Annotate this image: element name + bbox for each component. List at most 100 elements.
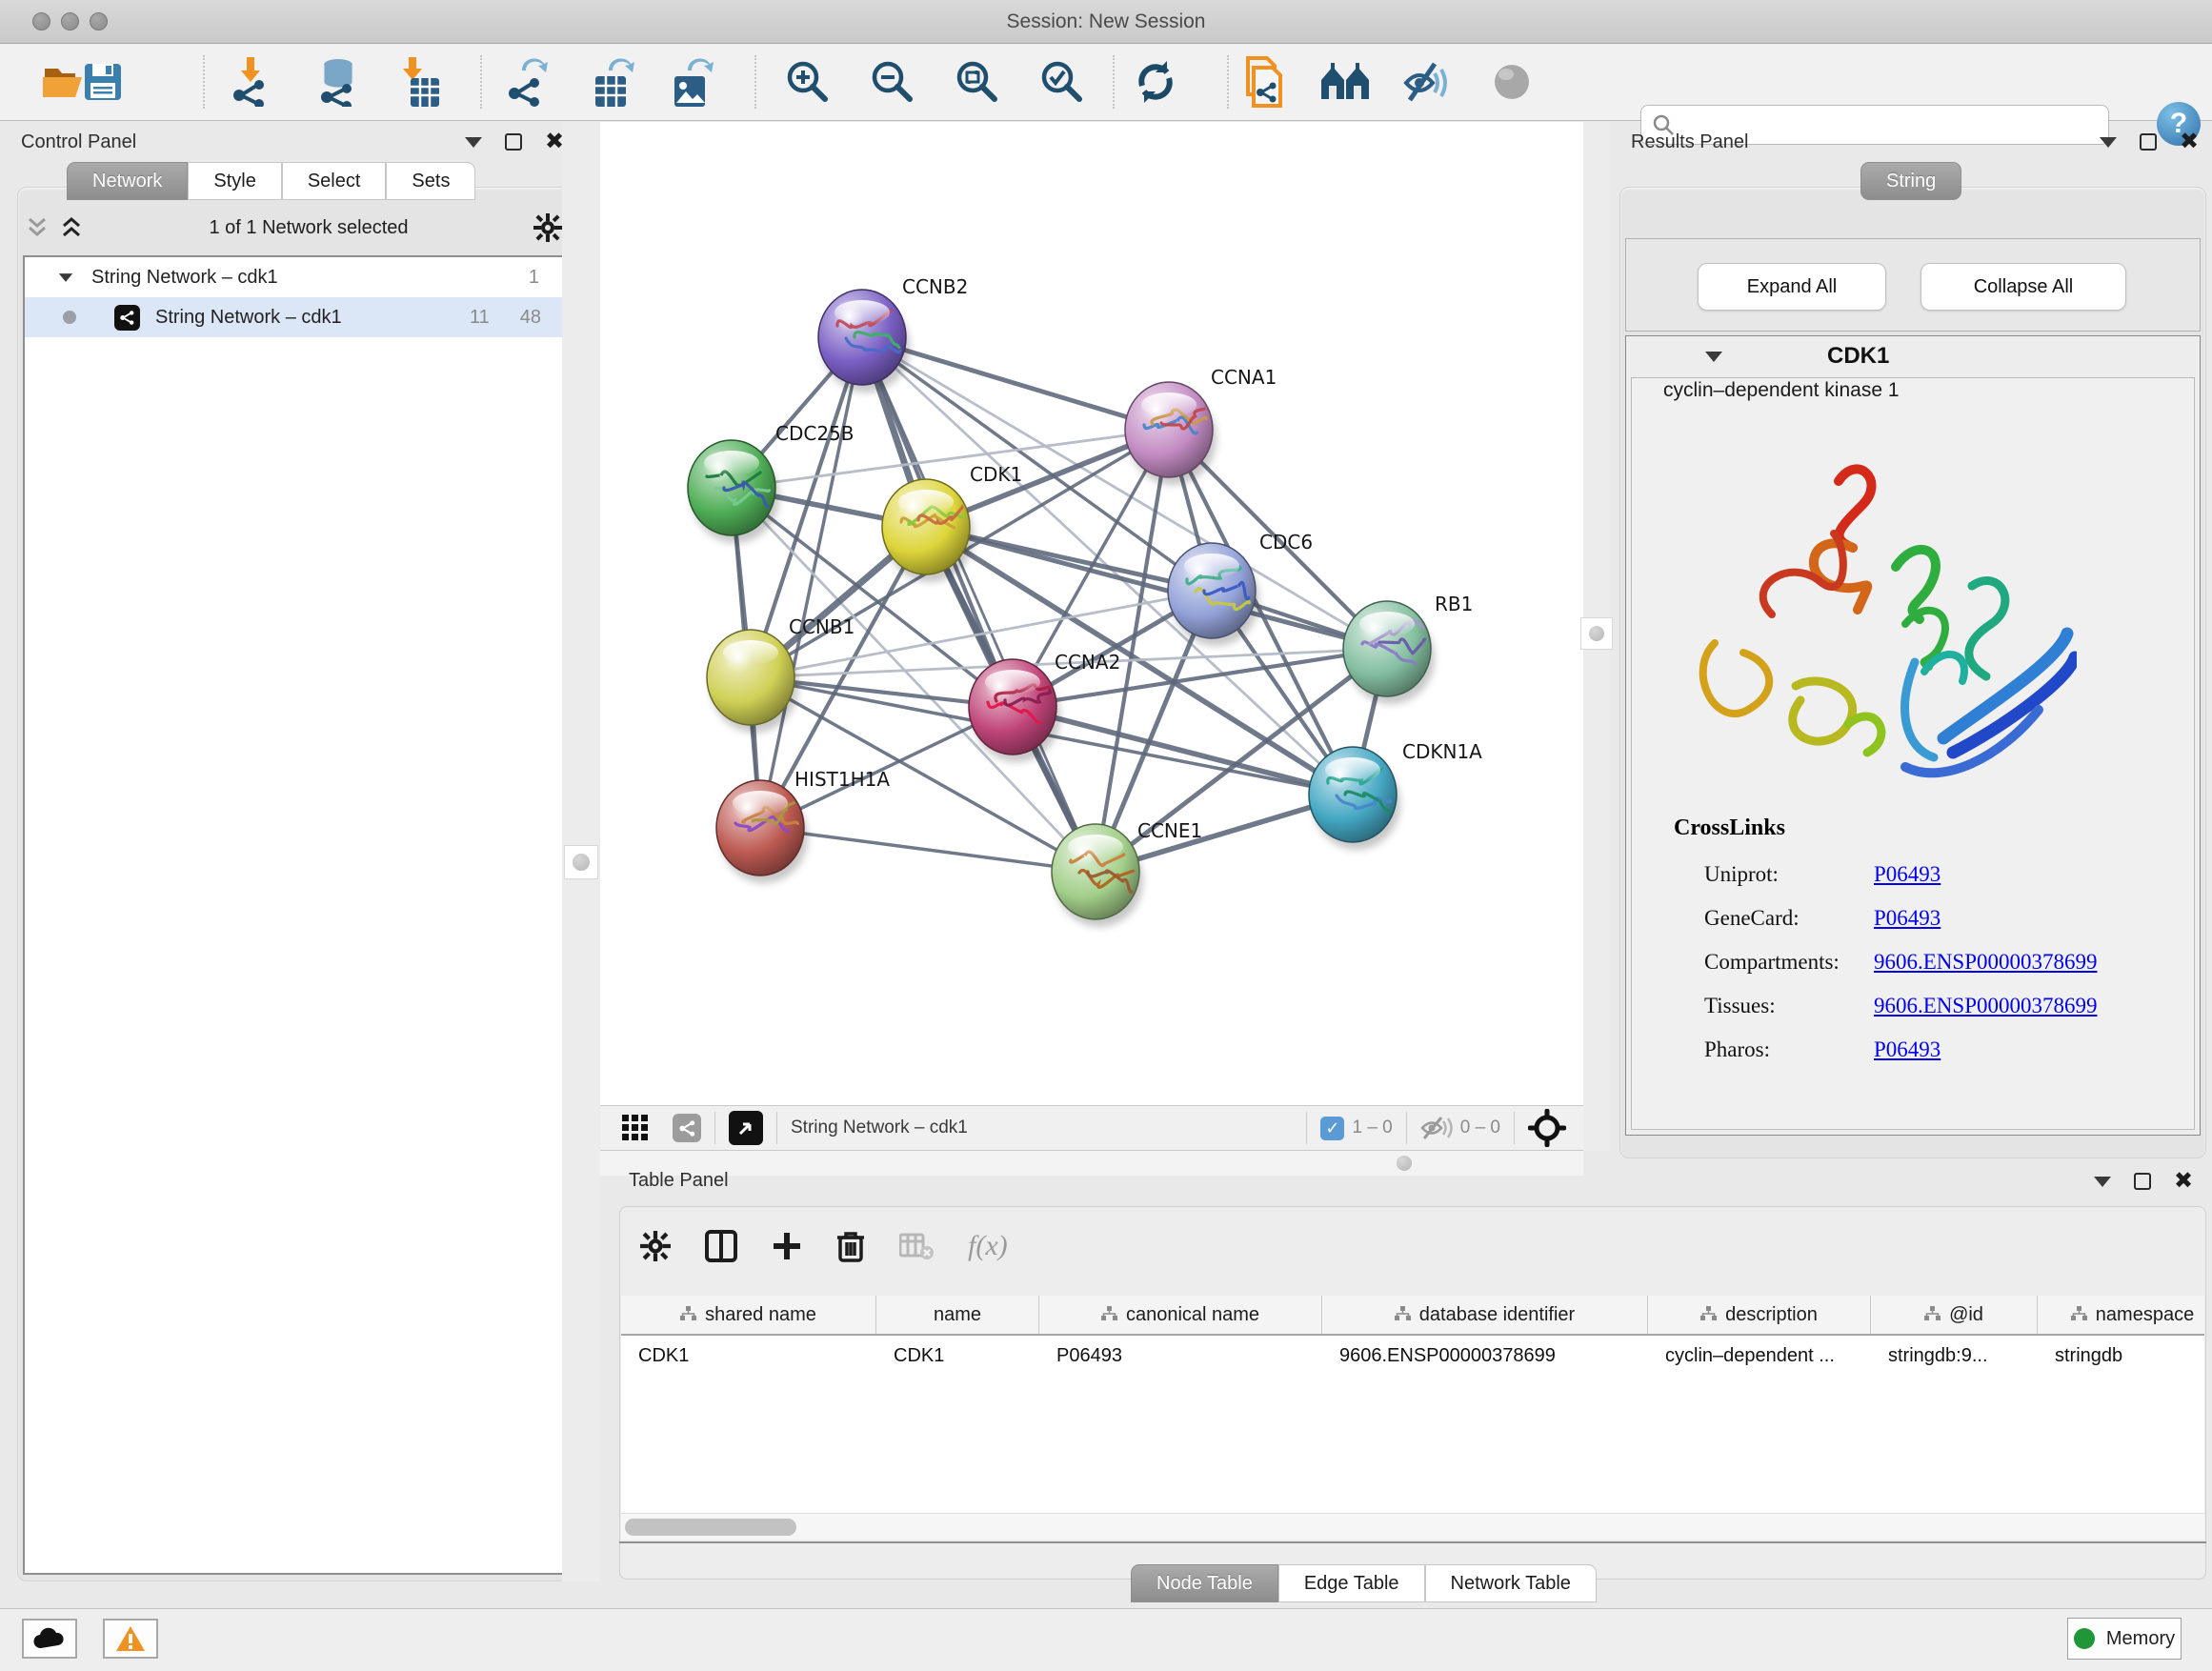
table-cell[interactable]: cyclin–dependent ...	[1648, 1336, 1871, 1376]
column-header-namespace[interactable]: namespace	[2038, 1296, 2204, 1334]
hidden-items-eye-icon[interactable]	[1420, 1116, 1453, 1140]
scrollbar-thumb[interactable]	[625, 1519, 796, 1536]
column-header-database-identifier[interactable]: database identifier	[1322, 1296, 1648, 1334]
table-panel-header-icons: ✖	[2094, 1173, 2199, 1190]
zoom-selected-icon[interactable]	[1036, 55, 1089, 109]
network-node-CCNB2[interactable]	[818, 290, 910, 393]
network-node-CDK1[interactable]	[882, 479, 974, 582]
table-row[interactable]: CDK1CDK1P064939606.ENSP00000378699cyclin…	[621, 1336, 2204, 1376]
warnings-button[interactable]	[103, 1619, 158, 1659]
expand-all-networks-icon[interactable]	[59, 216, 84, 239]
delete-table-icon[interactable]	[899, 1232, 934, 1260]
horizontal-splitter-handle[interactable]	[1397, 1156, 1412, 1171]
show-hide-graphics-details-icon[interactable]	[1401, 55, 1455, 109]
save-session-icon[interactable]	[76, 55, 130, 109]
import-network-from-file-icon[interactable]	[225, 55, 278, 109]
float-panel-icon[interactable]	[505, 133, 522, 151]
export-image-icon[interactable]	[667, 55, 720, 109]
network-view-icon[interactable]	[673, 1114, 701, 1142]
pan-crosshair-icon[interactable]	[1528, 1109, 1566, 1147]
birds-eye-view-icon[interactable]	[729, 1111, 763, 1145]
tab-network-table[interactable]: Network Table	[1425, 1564, 1597, 1602]
crosslink-link[interactable]: 9606.ENSP00000378699	[1874, 950, 2098, 975]
birds-eye-toggle-icon[interactable]	[1485, 55, 1538, 109]
panel-menu-icon[interactable]	[2094, 1177, 2111, 1187]
network-node-CDC25B[interactable]	[688, 440, 779, 543]
network-node-CCNA2[interactable]	[969, 659, 1060, 762]
tab-node-table[interactable]: Node Table	[1131, 1564, 1278, 1602]
network-node-CDC6[interactable]	[1168, 543, 1259, 646]
network-node-CCNA1[interactable]	[1125, 382, 1217, 485]
float-panel-icon[interactable]	[2134, 1173, 2151, 1190]
network-edge-HIST1H1A-CCNE1[interactable]	[760, 828, 1096, 872]
tab-edge-table[interactable]: Edge Table	[1278, 1564, 1425, 1602]
zoom-in-icon[interactable]	[781, 55, 835, 109]
network-node-RB1[interactable]	[1343, 601, 1435, 704]
network-tree-parent-row[interactable]: String Network – cdk1 1	[25, 257, 562, 297]
horizontal-splitter[interactable]	[600, 1151, 1583, 1176]
export-table-icon[interactable]	[588, 55, 641, 109]
network-edge-CCNB2-CCNE1[interactable]	[862, 337, 1096, 872]
import-table-from-file-icon[interactable]	[392, 55, 446, 109]
table-settings-gear-icon[interactable]	[640, 1231, 671, 1261]
import-network-from-database-icon[interactable]	[312, 55, 365, 109]
right-splitter-handle[interactable]	[1580, 617, 1613, 650]
collapse-all-button[interactable]: Collapse All	[1920, 263, 2126, 311]
tab-network[interactable]: Network	[67, 162, 188, 200]
network-node-CDKN1A[interactable]	[1309, 747, 1400, 850]
network-node-HIST1H1A[interactable]	[716, 780, 808, 883]
show-columns-icon[interactable]	[705, 1230, 737, 1262]
expand-all-button[interactable]: Expand All	[1698, 263, 1886, 311]
network-node-CCNE1[interactable]	[1052, 824, 1143, 927]
cloud-status-button[interactable]	[22, 1619, 77, 1659]
network-options-gear-icon[interactable]	[533, 213, 562, 242]
crosslink-link[interactable]: P06493	[1874, 862, 1941, 887]
delete-column-icon[interactable]	[836, 1230, 865, 1262]
warning-icon	[115, 1625, 146, 1652]
clone-network-icon[interactable]	[1237, 55, 1290, 109]
left-splitter-handle[interactable]	[564, 845, 598, 879]
column-header-shared-name[interactable]: shared name	[621, 1296, 876, 1334]
column-header-canonical-name[interactable]: canonical name	[1039, 1296, 1322, 1334]
table-cell[interactable]: P06493	[1039, 1336, 1322, 1376]
zoom-out-icon[interactable]	[866, 55, 919, 109]
table-cell[interactable]: 9606.ENSP00000378699	[1322, 1336, 1648, 1376]
crosslink-link[interactable]: 9606.ENSP00000378699	[1874, 994, 2098, 1018]
column-header-name[interactable]: name	[876, 1296, 1039, 1334]
tree-expand-icon[interactable]	[59, 273, 72, 282]
tab-style[interactable]: Style	[188, 162, 281, 200]
create-nested-network-icon[interactable]	[1319, 55, 1373, 109]
close-panel-icon[interactable]: ✖	[2180, 133, 2199, 151]
tab-select[interactable]: Select	[282, 162, 387, 200]
selected-items-checkbox-icon[interactable]: ✓	[1320, 1117, 1344, 1140]
table-horizontal-scrollbar[interactable]	[621, 1513, 2204, 1540]
tab-sets[interactable]: Sets	[386, 162, 475, 200]
column-header-@id[interactable]: @id	[1871, 1296, 2038, 1334]
table-cell[interactable]: stringdb:9...	[1871, 1336, 2038, 1376]
collapse-all-networks-icon[interactable]	[25, 216, 50, 239]
float-panel-icon[interactable]	[2140, 133, 2157, 151]
close-panel-icon[interactable]: ✖	[2174, 1173, 2193, 1190]
grid-view-icon[interactable]	[621, 1114, 650, 1142]
network-edge-CCNB2-HIST1H1A[interactable]	[760, 337, 862, 828]
crosslink-link[interactable]: P06493	[1874, 906, 1941, 931]
zoom-fit-content-icon[interactable]	[951, 55, 1004, 109]
panel-menu-icon[interactable]	[2100, 137, 2117, 148]
add-column-icon[interactable]	[772, 1231, 802, 1261]
table-cell[interactable]: CDK1	[621, 1336, 876, 1376]
network-canvas[interactable]: CCNB2CCNA1CDC25BCDK1CDC6RB1CCNB1CCNA2CDK…	[600, 122, 1583, 1105]
gene-section-header[interactable]: CDK1	[1625, 335, 2201, 377]
table-cell[interactable]: stringdb	[2038, 1336, 2204, 1376]
panel-menu-icon[interactable]	[465, 137, 482, 148]
crosslink-link[interactable]: P06493	[1874, 1037, 1941, 1062]
column-label: database identifier	[1419, 1304, 1575, 1326]
collapse-gene-icon[interactable]	[1705, 352, 1722, 362]
apply-function-icon[interactable]: f(x)	[968, 1230, 1008, 1262]
network-tree-child-row[interactable]: String Network – cdk1 11 48	[25, 297, 562, 337]
memory-button[interactable]: Memory	[2067, 1618, 2182, 1660]
tab-string[interactable]: String	[1860, 162, 1961, 200]
table-cell[interactable]: CDK1	[876, 1336, 1039, 1376]
refresh-view-icon[interactable]	[1129, 55, 1182, 109]
export-network-icon[interactable]	[503, 55, 556, 109]
column-header-description[interactable]: description	[1648, 1296, 1871, 1334]
